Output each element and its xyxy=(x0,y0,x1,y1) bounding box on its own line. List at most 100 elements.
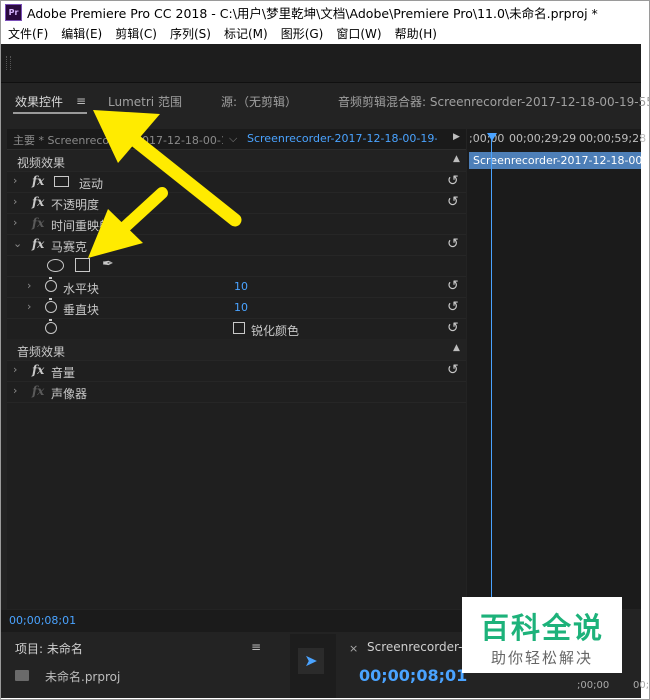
transform-box-icon[interactable] xyxy=(54,176,69,187)
effect-label-volume: 音量 xyxy=(51,366,76,380)
ruler-tick-label: 00; xyxy=(633,680,650,691)
menu-graphics[interactable]: 图形(G) xyxy=(281,25,324,42)
reset-icon[interactable]: ↺ xyxy=(447,362,459,378)
tab-source[interactable]: 源:（无剪辑） xyxy=(221,93,297,110)
stopwatch-icon[interactable] xyxy=(45,319,57,334)
effect-row-volume[interactable]: › fx 音量 ↺ xyxy=(7,360,466,382)
ruler-tick-label: 00;00;59;28 xyxy=(579,132,647,145)
rectangle-mask-icon[interactable] xyxy=(75,258,90,272)
play-triangle-icon[interactable]: ▶ xyxy=(453,132,460,142)
tab-effect-controls[interactable]: 效果控件 xyxy=(15,93,63,110)
fx-icon[interactable]: fx xyxy=(32,237,44,251)
param-value-vertical-blocks[interactable]: 10 xyxy=(234,301,248,314)
clip-selector[interactable]: Screenrecorder-2017-12-18-00-19-55-1... xyxy=(247,132,437,145)
fx-icon[interactable]: fx xyxy=(32,195,44,209)
panel-menu-icon[interactable]: ≡ xyxy=(251,640,261,654)
premiere-app-icon: Pr xyxy=(5,3,22,21)
effect-row-panner[interactable]: › fx 声像器 xyxy=(7,381,466,403)
fx-icon-disabled: fx xyxy=(32,384,45,398)
ruler-tick-label: 00;00;29;29 xyxy=(509,132,577,145)
workspace-toolbar xyxy=(1,44,641,83)
collapse-caret-icon[interactable]: ▲ xyxy=(453,343,460,353)
expand-arrow-icon[interactable]: › xyxy=(13,174,17,187)
panel-tabs: 效果控件 ≡ Lumetri 范围 源:（无剪辑） 音频剪辑混合器: Scree… xyxy=(1,84,650,118)
expand-arrow-icon[interactable]: › xyxy=(13,216,17,229)
sequence-timecode[interactable]: 00;00;08;01 xyxy=(359,666,467,685)
param-label-vertical-blocks: 垂直块 xyxy=(63,303,100,317)
effect-label-mosaic: 马赛克 xyxy=(51,240,88,254)
menu-edit[interactable]: 编辑(E) xyxy=(61,25,102,42)
sharpen-colors-label: 锐化颜色 xyxy=(251,324,300,338)
reset-icon[interactable]: ↺ xyxy=(447,236,459,252)
audio-effects-section: 音频效果 ▲ xyxy=(7,339,466,361)
close-icon[interactable]: × xyxy=(349,642,358,655)
reset-icon[interactable]: ↺ xyxy=(447,278,459,294)
effect-controls-timecode[interactable]: 00;00;08;01 xyxy=(9,614,76,627)
sharpen-colors-checkbox[interactable] xyxy=(233,322,245,334)
menu-file[interactable]: 文件(F) xyxy=(8,25,48,42)
menu-sequence[interactable]: 序列(S) xyxy=(170,25,211,42)
effect-row-opacity[interactable]: › fx 不透明度 ↺ xyxy=(7,192,466,214)
playhead-line[interactable] xyxy=(491,139,492,609)
tab-audio-clip-mixer[interactable]: 音频剪辑混合器: Screenrecorder-2017-12-18-00-19… xyxy=(338,93,650,110)
watermark-subtitle: 助你轻松解决 xyxy=(490,649,593,667)
timeline-clip-bar[interactable]: Screenrecorder-2017-12-18-00-19-5 xyxy=(469,152,641,169)
chevron-down-icon[interactable]: ⌵ xyxy=(229,132,237,146)
playhead-marker-icon[interactable] xyxy=(487,133,497,141)
expand-arrow-icon[interactable]: › xyxy=(13,195,17,208)
window-title: Adobe Premiere Pro CC 2018 - C:\用户\梦里乾坤\… xyxy=(27,5,598,21)
reset-icon[interactable]: ↺ xyxy=(447,299,459,315)
reset-icon[interactable]: ↺ xyxy=(447,320,459,336)
drag-grip-icon[interactable] xyxy=(6,56,11,70)
master-clip-label[interactable]: 主要 * Screenrecorder-2017-12-18-00-19... xyxy=(13,132,223,148)
menu-window[interactable]: 窗口(W) xyxy=(336,25,381,42)
expand-arrow-icon[interactable]: › xyxy=(13,363,17,376)
reset-icon[interactable]: ↺ xyxy=(447,194,459,210)
menu-bar: 文件(F) 编辑(E) 剪辑(C) 序列(S) 标记(M) 图形(G) 窗口(W… xyxy=(1,23,641,43)
effect-controls-timeline: ;00;00 00;00;29;29 00;00;59;28 Screenrec… xyxy=(467,129,646,609)
menu-help[interactable]: 帮助(H) xyxy=(395,25,437,42)
effect-row-motion[interactable]: › fx 运动 ↺ xyxy=(7,171,466,193)
project-file-item[interactable]: 未命名.prproj xyxy=(45,668,120,685)
param-label-horizontal-blocks: 水平块 xyxy=(63,282,100,296)
stopwatch-icon[interactable] xyxy=(45,298,57,313)
tab-lumetri-scopes[interactable]: Lumetri 范围 xyxy=(108,93,182,110)
collapse-caret-icon[interactable]: ▲ xyxy=(453,154,460,164)
param-row-horizontal-blocks: › 水平块 10 ↺ xyxy=(7,276,466,298)
effect-controls-footer: 00;00;08;01 xyxy=(1,610,466,632)
param-value-horizontal-blocks[interactable]: 10 xyxy=(234,280,248,293)
expand-arrow-icon[interactable]: › xyxy=(27,279,31,292)
fx-icon[interactable]: fx xyxy=(32,363,44,377)
collapse-arrow-icon[interactable]: ⌄ xyxy=(13,237,22,250)
video-effects-section: 视频效果 ▲ xyxy=(7,150,466,172)
fx-icon-disabled: fx xyxy=(32,216,45,230)
project-panel-title[interactable]: 项目: 未命名 xyxy=(15,640,83,657)
watermark-title: 百科全说 xyxy=(479,611,604,645)
effect-controls-header: 主要 * Screenrecorder-2017-12-18-00-19... … xyxy=(7,129,466,150)
menu-markers[interactable]: 标记(M) xyxy=(224,25,268,42)
effect-row-mosaic[interactable]: ⌄ fx 马赛克 ↺ xyxy=(7,234,466,256)
fx-icon[interactable]: fx xyxy=(32,174,44,188)
effect-label-time-remap: 时间重映射 xyxy=(51,219,112,233)
menu-clip[interactable]: 剪辑(C) xyxy=(115,25,157,42)
tools-panel: ➤ xyxy=(290,634,336,698)
reset-icon[interactable]: ↺ xyxy=(447,173,459,189)
param-row-vertical-blocks: › 垂直块 10 ↺ xyxy=(7,297,466,319)
selection-tool-icon[interactable]: ➤ xyxy=(298,648,324,674)
active-tab-indicator xyxy=(13,112,87,114)
stopwatch-icon[interactable] xyxy=(45,277,57,292)
effect-label-panner: 声像器 xyxy=(51,387,88,401)
param-row-sharpen-colors: 锐化颜色 ↺ xyxy=(7,318,466,340)
effect-row-time-remap[interactable]: › fx 时间重映射 xyxy=(7,213,466,235)
effect-label-opacity: 不透明度 xyxy=(51,198,100,212)
audio-effects-label: 音频效果 xyxy=(17,345,66,359)
watermark-badge: 百科全说 助你轻松解决 xyxy=(462,597,622,673)
title-bar: Pr Adobe Premiere Pro CC 2018 - C:\用户\梦里… xyxy=(1,1,641,23)
panel-menu-icon[interactable]: ≡ xyxy=(76,94,86,108)
folder-icon xyxy=(15,670,29,681)
pen-mask-icon[interactable]: ✒ xyxy=(102,256,114,272)
ellipse-mask-icon[interactable] xyxy=(47,259,64,272)
expand-arrow-icon[interactable]: › xyxy=(27,300,31,313)
expand-arrow-icon[interactable]: › xyxy=(13,384,17,397)
project-panel: 项目: 未命名 ≡ 未命名.prproj xyxy=(1,634,281,698)
